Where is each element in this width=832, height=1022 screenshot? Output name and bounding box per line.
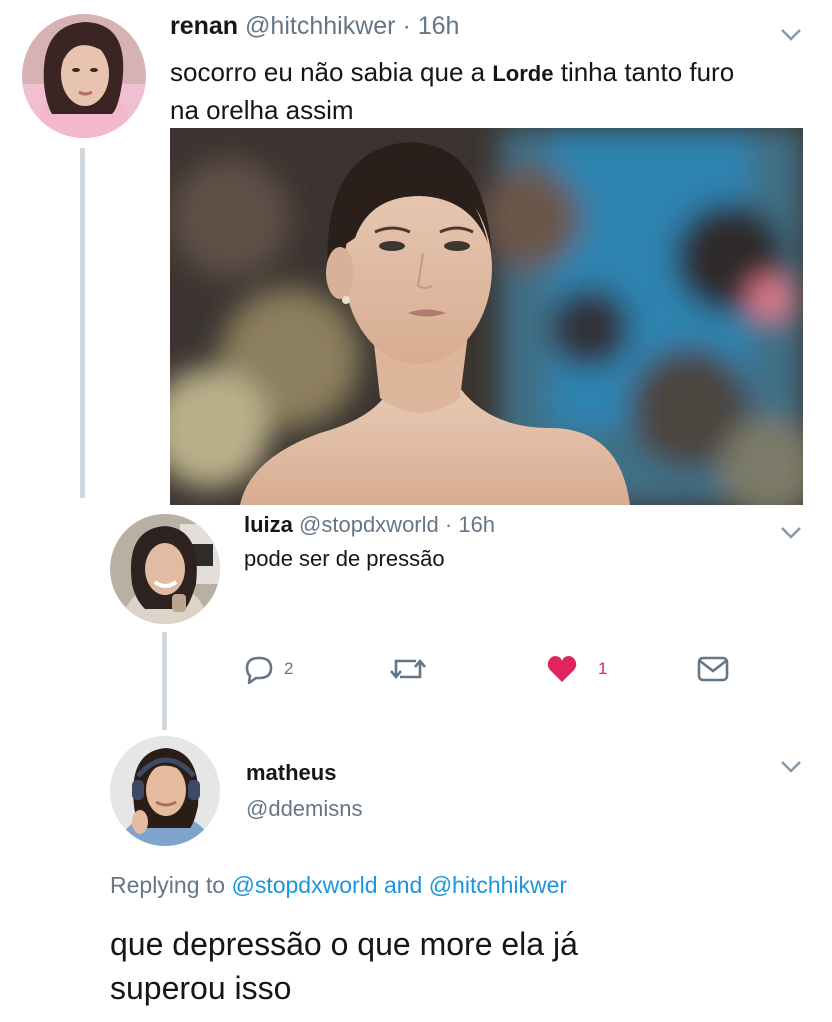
like-count: 1 xyxy=(598,659,608,678)
envelope-icon xyxy=(697,656,729,682)
reply-count: 2 xyxy=(284,659,294,678)
author-handle[interactable]: @hitchhikwer xyxy=(245,12,395,40)
tweet-text-line1: que depressão o que more ela já xyxy=(110,926,578,962)
tweet-text-part: socorro eu não sabia que a xyxy=(170,57,486,87)
heart-icon xyxy=(547,656,577,682)
chevron-down-icon[interactable] xyxy=(780,526,802,540)
replying-prefix: Replying to xyxy=(110,872,226,898)
chevron-down-icon[interactable] xyxy=(780,760,802,774)
tweet-text: que depressão o que more ela já superou … xyxy=(110,922,578,1010)
reply-user-link[interactable]: @hitchhikwer xyxy=(429,872,567,898)
retweet-icon xyxy=(390,658,426,680)
thread-line-2 xyxy=(162,632,167,730)
reply-button[interactable]: 2 xyxy=(244,652,324,686)
avatar-matheus[interactable] xyxy=(110,736,220,846)
reply-and: and xyxy=(383,872,423,898)
reply-icon xyxy=(245,656,273,684)
author-name[interactable]: matheus xyxy=(246,760,336,786)
replying-to: Replying to @stopdxworld and @hitchhikwe… xyxy=(110,872,567,899)
like-button[interactable]: 1 xyxy=(546,652,616,686)
tweet-photo[interactable] xyxy=(170,128,803,505)
tweet-text-line2: superou isso xyxy=(110,970,292,1006)
avatar-renan[interactable] xyxy=(22,14,146,138)
tweet-header: luiza @stopdxworld · 16h xyxy=(244,512,495,538)
retweet-button[interactable] xyxy=(388,654,428,684)
author-handle[interactable]: @stopdxworld xyxy=(299,512,439,537)
tweet-time[interactable]: · 16h xyxy=(445,512,495,537)
thread-line-1 xyxy=(80,148,85,498)
tweet-text-line2: na orelha assim xyxy=(170,95,354,125)
chevron-down-icon[interactable] xyxy=(780,28,802,42)
author-name[interactable]: luiza xyxy=(244,512,293,537)
tweet-text-part: tinha tanto furo xyxy=(560,57,735,87)
dm-button[interactable] xyxy=(697,655,729,683)
tweet-text: pode ser de pressão xyxy=(244,546,445,571)
reply-user-link[interactable]: @stopdxworld xyxy=(231,872,377,898)
author-handle[interactable]: @ddemisns xyxy=(246,796,363,822)
tweet-header: renan @hitchhikwer · 16h xyxy=(170,12,459,41)
tweet-time[interactable]: · 16h xyxy=(402,12,459,40)
avatar-luiza[interactable] xyxy=(110,514,220,624)
tweet-text: socorro eu não sabia que a Lorde tinha t… xyxy=(170,54,734,128)
tweet-text-lorde: Lorde xyxy=(492,61,554,86)
author-name[interactable]: renan xyxy=(170,12,238,40)
